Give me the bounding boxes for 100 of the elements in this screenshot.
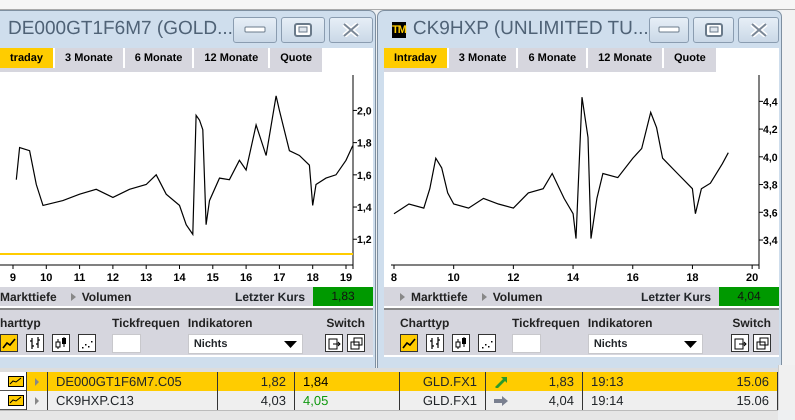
tick-frequency-field[interactable]	[512, 334, 541, 353]
window-title: CK9HXP (UNLIMITED TU...	[412, 17, 649, 42]
indicator-dropdown[interactable]: Nichts	[188, 334, 303, 354]
tab[interactable]: 3 Monate	[55, 48, 123, 68]
axis-label: 1,8	[357, 138, 372, 150]
axis-label: 1,4	[357, 202, 372, 214]
tab[interactable]: Intraday	[384, 48, 447, 68]
maximize-button[interactable]	[280, 16, 325, 42]
ask-price: 1,84	[303, 374, 328, 389]
row-expander[interactable]	[27, 391, 48, 410]
axis-label: 14	[566, 272, 580, 284]
axis-label: 1,2	[357, 234, 372, 246]
axis-label: 12	[106, 272, 120, 284]
minimize-button[interactable]	[232, 16, 277, 42]
time-text: 19:14	[591, 392, 624, 410]
dropdown-value: Nichts	[594, 336, 628, 352]
chart-type-button[interactable]	[400, 334, 418, 352]
maximize-icon	[292, 22, 314, 36]
axis-label: 1,6	[357, 170, 372, 182]
switch-button[interactable]	[753, 334, 771, 352]
expander-link[interactable]: Markttiefe	[400, 288, 468, 306]
axis-label: 18	[306, 272, 319, 284]
last-price: 4,04	[548, 392, 574, 410]
windows-icon	[350, 336, 362, 350]
last-price-value: 1,83	[313, 287, 373, 306]
axis-label: 16	[240, 272, 252, 284]
axis-label: 3,8	[763, 180, 778, 192]
axis-label: 10	[448, 272, 460, 284]
time-text: 19:13	[591, 373, 624, 391]
close-icon	[748, 22, 770, 36]
bar-chart-icon	[28, 336, 42, 350]
chart-type-button[interactable]	[452, 334, 470, 352]
switch-button[interactable]	[325, 334, 343, 352]
caret-icon	[684, 340, 697, 348]
tab[interactable]: traday	[0, 48, 54, 68]
expand-icon	[70, 292, 76, 300]
chart-type-button[interactable]	[0, 334, 18, 352]
toolbar-label: Tickfrequen	[512, 316, 580, 330]
logo: TM	[392, 22, 406, 38]
expander-link[interactable]: Markttiefe	[0, 288, 57, 306]
axis-label: 11	[74, 272, 86, 284]
axis-label: 14	[173, 272, 186, 284]
candlestick-icon	[54, 336, 68, 350]
chart-type-button[interactable]	[426, 334, 444, 352]
tab[interactable]: 12 Monate	[194, 48, 268, 68]
axis-label: 20	[746, 272, 758, 284]
chart-type-button[interactable]	[478, 334, 496, 352]
line-chart-icon	[402, 336, 416, 350]
detach-icon	[734, 336, 746, 350]
tab[interactable]: 6 Monate	[124, 48, 192, 68]
candlestick-icon	[454, 336, 468, 350]
tab[interactable]: Quote	[664, 48, 716, 68]
date-text: 15.06	[736, 392, 769, 410]
expand-icon	[35, 396, 39, 404]
switch-button[interactable]	[347, 334, 365, 352]
chart-type-button[interactable]	[78, 334, 96, 352]
tab[interactable]: Quote	[270, 48, 322, 68]
minimize-button[interactable]	[648, 16, 690, 42]
expand-icon	[482, 292, 487, 300]
axis-label: 12	[507, 272, 520, 284]
last-price-label: Letzter Kurs	[234, 288, 305, 306]
expander-link[interactable]: Volumen	[482, 288, 542, 306]
chart-type-button[interactable]	[26, 334, 44, 352]
axis-label: 15	[206, 272, 219, 284]
expand-icon	[400, 292, 405, 300]
axis-label: 10	[40, 272, 52, 284]
chart-icon	[8, 395, 24, 406]
axis-label: 4,4	[763, 96, 778, 108]
table-cell: GLD.FX1	[400, 391, 486, 410]
toolbar-label: Charttyp	[400, 316, 450, 330]
window-title: DE000GT1F6M7 (GOLD...	[8, 17, 233, 42]
table-cell: 4,03	[218, 391, 295, 410]
table-row[interactable]: DE000GT1F6M7.C05 1,82 1,84 GLD.FX1 1,83 19:13 15.06	[0, 372, 778, 391]
axis-label: 3,4	[763, 235, 778, 248]
tab[interactable]: 3 Monate	[448, 48, 516, 68]
axis-label: 13	[140, 272, 152, 284]
tab[interactable]: 12 Monate	[588, 48, 662, 68]
switch-button[interactable]	[731, 334, 749, 352]
indicator-dropdown[interactable]: Nichts	[588, 334, 703, 354]
row-expander[interactable]	[27, 372, 48, 391]
close-button[interactable]	[328, 16, 373, 42]
table-cell: DE000GT1F6M7.C05	[48, 372, 218, 391]
tick-frequency-field[interactable]	[112, 334, 141, 353]
last-price-value: 4,04	[719, 287, 779, 306]
table-row[interactable]: CK9HXP.C13 4,03 4,05 GLD.FX1 4,04 19:14 15.06	[0, 391, 778, 410]
close-button[interactable]	[738, 16, 779, 42]
tab[interactable]: 6 Monate	[518, 48, 586, 68]
table-cell: 1,82	[218, 372, 295, 391]
table-cell: GLD.FX1	[400, 372, 486, 391]
horizontal-scrollbar[interactable]	[0, 410, 778, 420]
table-cell: CK9HXP.C13	[48, 391, 218, 410]
maximize-button[interactable]	[693, 16, 734, 42]
expander-link[interactable]: Volumen	[70, 288, 132, 306]
toolbar-label: Switch	[326, 316, 365, 330]
bar-chart-icon	[428, 336, 442, 350]
toolbar-label: Tickfrequen	[112, 316, 180, 330]
axis-label: 4,0	[763, 152, 778, 164]
date-text: 15.06	[736, 373, 769, 391]
chart-type-button[interactable]	[52, 334, 70, 352]
axis-label: 3,6	[763, 207, 778, 220]
